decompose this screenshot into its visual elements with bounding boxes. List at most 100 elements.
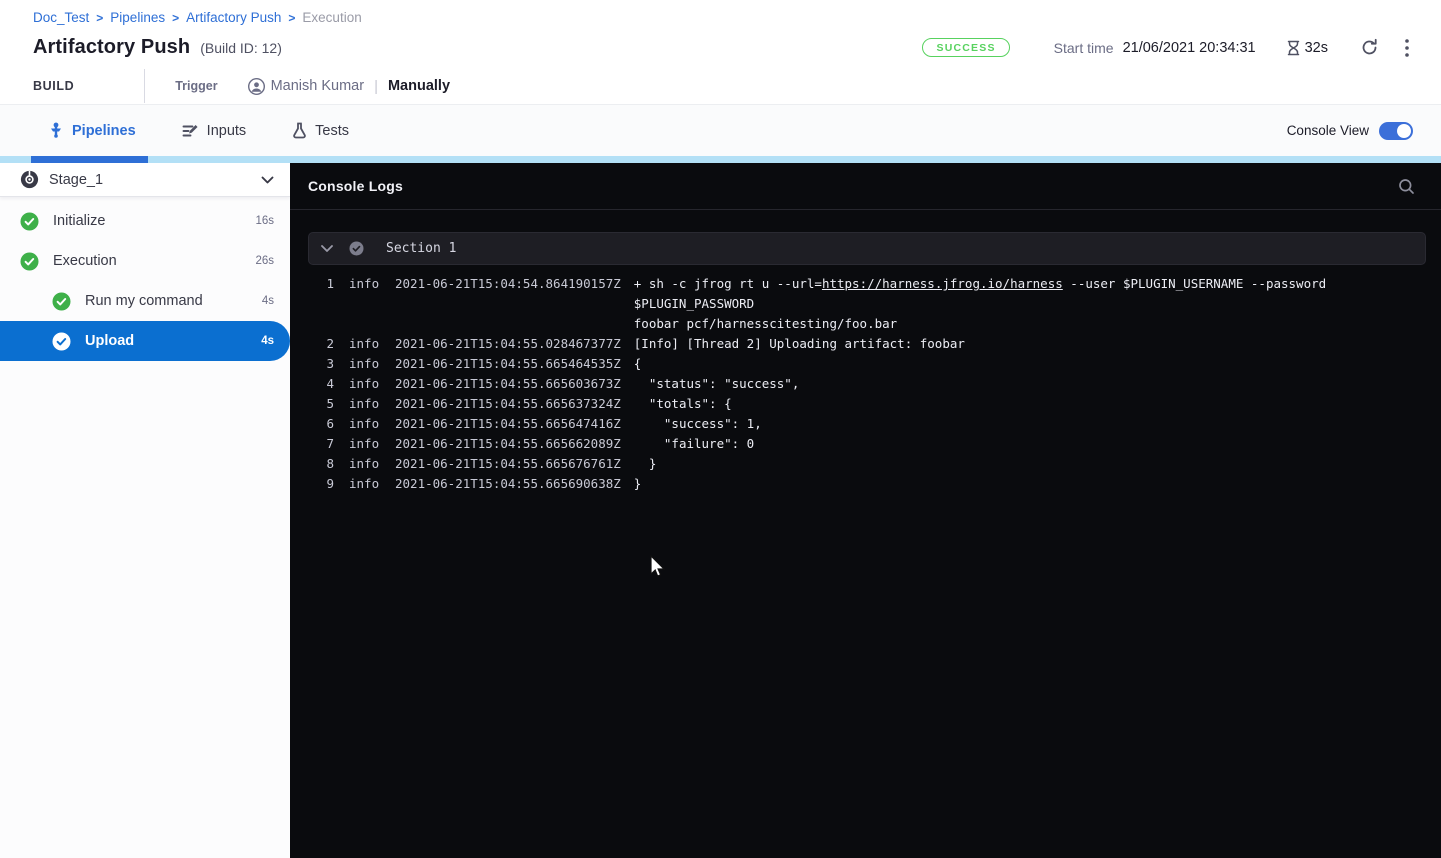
page-title: Artifactory Push [33,36,190,59]
breadcrumb-separator: > [288,11,295,25]
log-search-button[interactable] [1394,174,1419,199]
step-duration: 4s [261,335,274,347]
step-success-icon [20,212,39,231]
log-section-header[interactable]: Section 1 [308,232,1426,265]
step-duration: 4s [262,295,274,307]
trigger-user-name: Manish Kumar [271,78,364,94]
log-line-number: 6 [308,414,334,434]
tab-pipelines[interactable]: Pipelines [48,122,136,139]
avatar-icon [248,78,265,95]
stage-progress-strip [0,156,1441,163]
log-text: { [634,356,642,371]
log-line: 1info2021-06-21T15:04:54.864190157Z+ sh … [308,274,1426,334]
log-line-number: 5 [308,394,334,414]
log-timestamp: 2021-06-21T15:04:55.028467377Z [395,334,621,354]
breadcrumb-link-pipelines[interactable]: Pipelines [110,10,165,25]
step-item-execution[interactable]: Execution 26s [0,241,290,281]
breadcrumb-separator: > [172,11,179,25]
step-duration: 26s [255,255,274,267]
step-success-icon [52,332,71,351]
refresh-icon [1360,38,1379,57]
log-level: info [349,274,381,294]
log-level: info [349,354,381,374]
hourglass-icon [1286,40,1301,56]
step-item-upload[interactable]: Upload 4s [0,321,290,361]
log-line: 8info2021-06-21T15:04:55.665676761Z } [308,454,1426,474]
log-message: } [634,454,657,474]
step-label: Run my command [85,293,203,309]
trigger-type: Manually [388,78,450,94]
breadcrumb-separator: > [96,11,103,25]
pipeline-icon [48,122,64,139]
tab-bar: Pipelines Inputs Tests Console View [0,104,1441,156]
log-line: 3 info 2021-06-21T15:04:55.665464535Z { [308,354,1426,374]
duration-value: 32s [1305,40,1328,56]
log-timestamp: 2021-06-21T15:04:55.665603673Z [395,374,621,394]
log-line-number: 8 [308,454,334,474]
console-view-toggle[interactable] [1379,122,1413,140]
log-text: foobar pcf/harnesscitesting/foo.bar [634,316,897,331]
log-line-number: 1 [308,274,334,294]
log-message: "failure": 0 [634,434,754,454]
app-window: Doc_Test > Pipelines > Artifactory Push … [0,0,1441,858]
tab-label: Pipelines [72,123,136,139]
log-level: info [349,474,381,494]
start-time-label: Start time [1054,40,1114,56]
step-item-run-my-command[interactable]: Run my command 4s [0,281,290,321]
inputs-icon [182,123,199,139]
breadcrumb: Doc_Test > Pipelines > Artifactory Push … [33,10,1413,25]
log-text: } [634,456,657,471]
step-item-initialize[interactable]: Initialize16s [0,201,290,241]
tab-tests[interactable]: Tests [292,122,349,139]
log-line: 9 info 2021-06-21T15:04:55.665690638Z} [308,474,1426,494]
log-line: 4info2021-06-21T15:04:55.665603673Z "sta… [308,374,1426,394]
log-line-number: 9 [308,474,334,494]
step-success-icon [52,292,71,311]
breadcrumb-current: Execution [302,10,361,25]
log-message: } [634,474,642,494]
build-type-label: BUILD [33,79,74,93]
log-timestamp: 2021-06-21T15:04:55.665637324Z [395,394,621,414]
stage-selector[interactable]: Stage_1 [0,163,290,197]
log-text: "success": 1, [634,416,762,431]
tab-label: Tests [315,123,349,139]
flask-icon [292,122,307,139]
log-lines: 1info2021-06-21T15:04:54.864190157Z+ sh … [308,274,1426,494]
stage-icon [20,170,39,189]
log-url-link[interactable]: https://harness.jfrog.io/harness [822,276,1063,291]
tab-inputs[interactable]: Inputs [182,123,247,139]
status-badge: SUCCESS [922,38,1009,57]
chevron-down-icon[interactable] [321,245,333,252]
build-id-label: (Build ID: 12) [200,40,282,56]
log-level: info [349,434,381,454]
step-label: Upload [85,333,134,349]
step-success-icon [20,252,39,271]
log-timestamp: 2021-06-21T15:04:55.665464535Z [395,354,621,374]
log-text: + sh -c jfrog rt u --url= [634,276,822,291]
log-timestamp: 2021-06-21T15:04:55.665647416Z [395,414,621,434]
breadcrumb-link-project[interactable]: Doc_Test [33,10,89,25]
active-tab-underline [31,156,148,163]
breadcrumb-link-pipeline[interactable]: Artifactory Push [186,10,281,25]
toggle-knob [1397,124,1411,138]
log-line: 2info2021-06-21T15:04:55.028467377Z[Info… [308,334,1426,354]
step-label: Execution [53,253,117,269]
console-header: Console Logs [290,163,1441,210]
kebab-menu-icon [1405,39,1409,57]
console-panel: Console Logs Section 1 1inf [290,163,1441,858]
step-duration: 16s [255,215,274,227]
log-line-number: 4 [308,374,334,394]
log-text: "totals": { [634,396,732,411]
more-options-button[interactable] [1401,35,1413,61]
log-message: [Info] [Thread 2] Uploading artifact: fo… [634,334,965,354]
log-line: 5info2021-06-21T15:04:55.665637324Z "tot… [308,394,1426,414]
start-time-value: 21/06/2021 20:34:31 [1123,40,1256,56]
log-line-number: 3 [308,354,334,374]
console-view-label: Console View [1287,123,1369,138]
log-text: } [634,476,642,491]
section-success-icon [349,241,364,256]
divider: | [374,78,378,95]
log-timestamp: 2021-06-21T15:04:55.665690638Z [395,474,621,494]
section-label: Section 1 [386,241,456,256]
refresh-button[interactable] [1356,34,1383,61]
